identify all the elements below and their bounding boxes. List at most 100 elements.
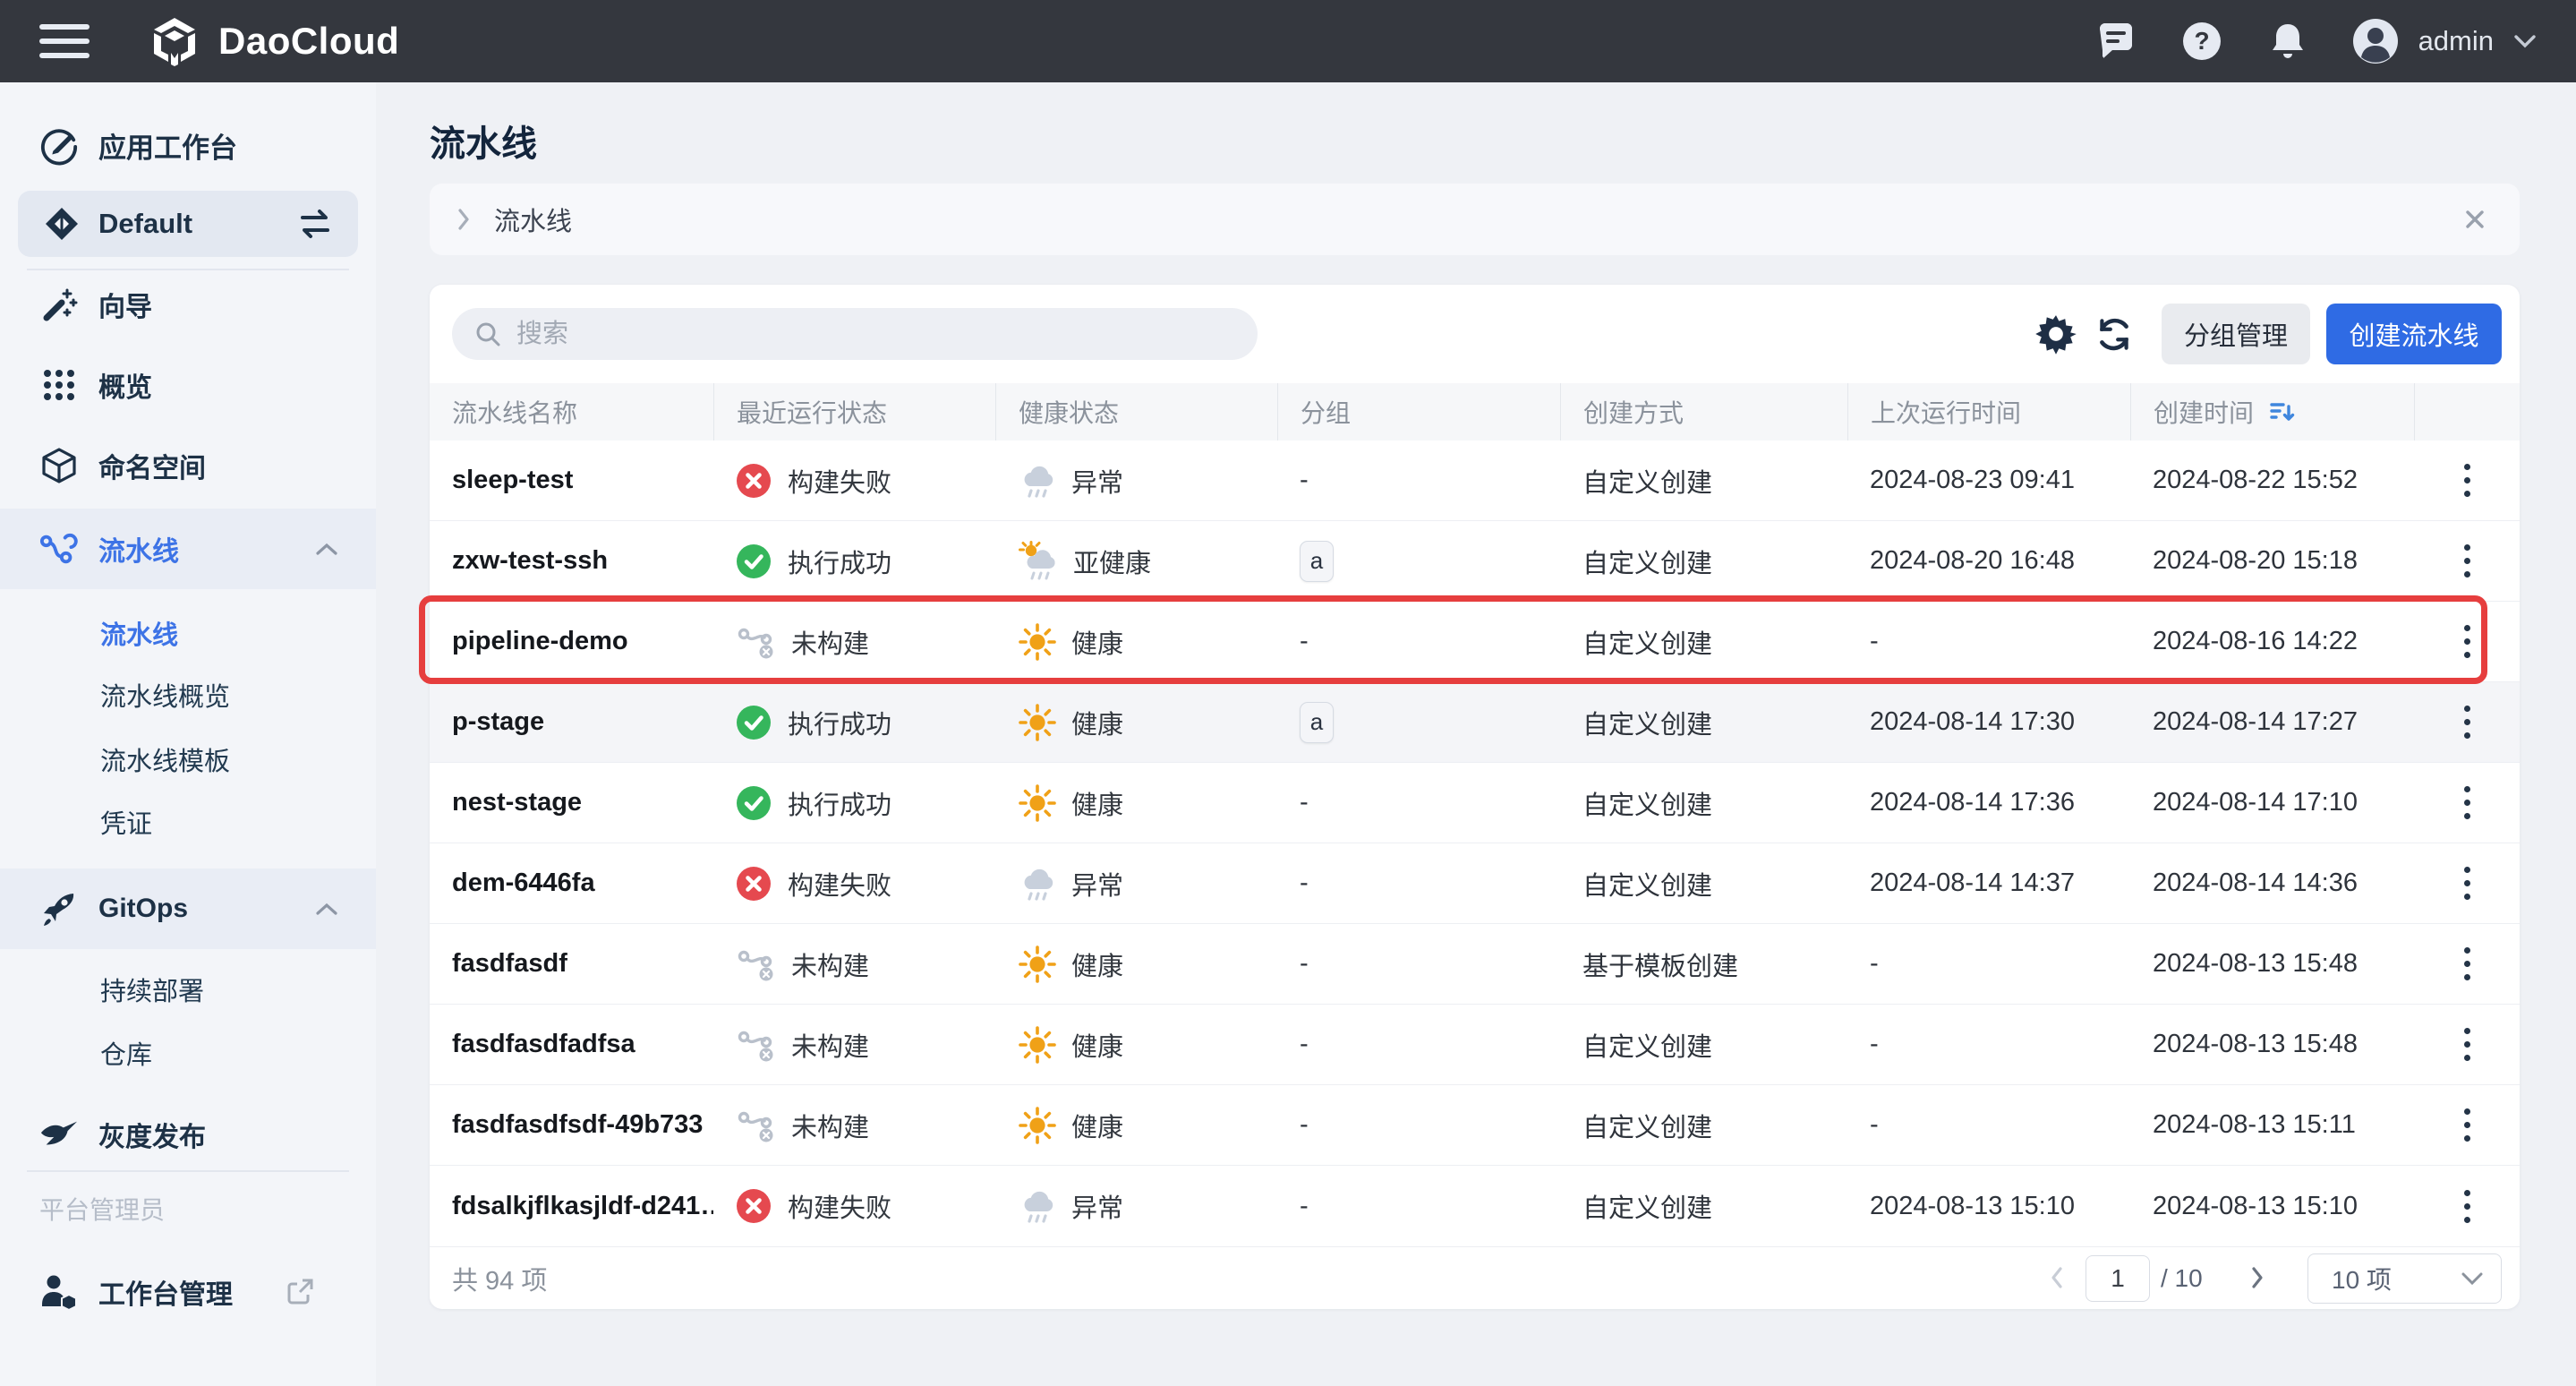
- filter-label: 流水线: [494, 201, 572, 238]
- svg-text:?: ?: [2194, 27, 2209, 55]
- table-row[interactable]: zxw-test-ssh 执行成功 亚健康 a 自定义创建 2024-08-20…: [430, 521, 2520, 602]
- sidebar-group-pipeline[interactable]: 流水线: [0, 509, 376, 589]
- sidebar: 应用工作台 Default 向导 概览 命名空间 流水线: [0, 82, 376, 1386]
- filter-bar[interactable]: 流水线: [430, 184, 2520, 255]
- pipeline-name[interactable]: fdsalkjflkasjldf-d241…: [430, 1166, 713, 1246]
- created-time-cell: 2024-08-14 17:10: [2130, 763, 2414, 843]
- table-row[interactable]: dem-6446fa 构建失败 异常 - 自定义创建 2024-08-14 14…: [430, 843, 2520, 924]
- menu-toggle-icon[interactable]: [39, 24, 90, 58]
- pipeline-name[interactable]: dem-6446fa: [430, 843, 713, 923]
- sidebar-item-default-workspace[interactable]: Default: [18, 191, 358, 257]
- sidebar-item-wizard[interactable]: 向导: [0, 273, 376, 336]
- pipeline-name[interactable]: p-stage: [430, 682, 713, 762]
- pipeline-name[interactable]: zxw-test-ssh: [430, 521, 713, 601]
- row-actions-kebab-icon[interactable]: [2448, 858, 2486, 909]
- pipeline-name[interactable]: sleep-test: [430, 441, 713, 520]
- close-icon[interactable]: [2457, 201, 2493, 237]
- table-row[interactable]: fdsalkjflkasjldf-d241… 构建失败 异常 - 自定义创建 2…: [430, 1166, 2520, 1246]
- sidebar-item-continuous-deploy[interactable]: 持续部署: [0, 962, 376, 1016]
- col-header-name[interactable]: 流水线名称: [430, 383, 713, 441]
- row-actions-kebab-icon[interactable]: [2448, 777, 2486, 828]
- run-status-label: 执行成功: [788, 704, 891, 741]
- sidebar-item-namespace[interactable]: 命名空间: [0, 434, 376, 497]
- col-header-last-run[interactable]: 上次运行时间: [1847, 383, 2130, 441]
- col-header-group[interactable]: 分组: [1277, 383, 1560, 441]
- run-status-icon: [736, 463, 772, 499]
- run-status-icon: [736, 785, 772, 821]
- user-menu[interactable]: admin: [2352, 18, 2537, 64]
- row-actions-kebab-icon[interactable]: [2448, 697, 2486, 748]
- sidebar-item-repository[interactable]: 仓库: [0, 1026, 376, 1080]
- table-row[interactable]: fasdfasdf 未构建 健康 - 基于模板创建 - 2024-08-13 1…: [430, 924, 2520, 1005]
- sidebar-item-pipeline-overview[interactable]: 流水线概览: [0, 668, 376, 722]
- sidebar-item-pipeline-templates[interactable]: 流水线模板: [0, 732, 376, 786]
- notifications-bell-icon[interactable]: [2266, 20, 2309, 63]
- run-status-label: 未构建: [791, 623, 869, 661]
- chevron-up-icon[interactable]: [315, 903, 338, 916]
- health-status-cell: 健康: [995, 1085, 1277, 1165]
- sidebar-item-gray-release[interactable]: 灰度发布: [0, 1103, 376, 1166]
- row-actions-kebab-icon[interactable]: [2448, 535, 2486, 586]
- sidebar-item-overview[interactable]: 概览: [0, 354, 376, 416]
- col-header-created[interactable]: 创建时间: [2130, 383, 2414, 441]
- row-actions-cell: [2414, 1085, 2520, 1165]
- table-row[interactable]: nest-stage 执行成功 健康 - 自定义创建 2024-08-14 17…: [430, 763, 2520, 843]
- table-header: 流水线名称 最近运行状态 健康状态 分组 创建方式 上次运行时间 创建时间: [430, 383, 2520, 441]
- row-actions-kebab-icon[interactable]: [2448, 455, 2486, 506]
- sidebar-item-workbench-management[interactable]: 工作台管理: [0, 1261, 376, 1323]
- create-pipeline-button[interactable]: 创建流水线: [2326, 304, 2502, 364]
- run-status-icon: [736, 1188, 772, 1224]
- sidebar-group-gitops[interactable]: GitOps: [0, 868, 376, 949]
- run-status-cell: 构建失败: [713, 441, 995, 520]
- health-status-label: 健康: [1071, 623, 1123, 661]
- table-row[interactable]: fasdfasdfsdf-49b733 未构建 健康 - 自定义创建 - 202…: [430, 1085, 2520, 1166]
- col-header-run-status[interactable]: 最近运行状态: [713, 383, 995, 441]
- table-row[interactable]: sleep-test 构建失败 异常 - 自定义创建 2024-08-23 09…: [430, 441, 2520, 521]
- sort-descending-icon[interactable]: [2268, 398, 2295, 425]
- pipeline-name[interactable]: nest-stage: [430, 763, 713, 843]
- row-actions-kebab-icon[interactable]: [2448, 616, 2486, 667]
- username: admin: [2418, 25, 2494, 57]
- pipeline-name[interactable]: fasdfasdfsdf-49b733: [430, 1085, 713, 1165]
- help-icon[interactable]: ?: [2180, 20, 2223, 63]
- health-status-cell: 异常: [995, 1166, 1277, 1246]
- next-page-icon[interactable]: [2247, 1262, 2268, 1293]
- last-run-time-cell: 2024-08-23 09:41: [1847, 441, 2130, 520]
- page-number-input[interactable]: [2086, 1255, 2150, 1302]
- col-header-health[interactable]: 健康状态: [995, 383, 1277, 441]
- col-header-create-method[interactable]: 创建方式: [1560, 383, 1847, 441]
- switch-workspace-icon[interactable]: [295, 208, 335, 240]
- sidebar-item-credentials[interactable]: 凭证: [0, 795, 376, 849]
- created-time-cell: 2024-08-14 17:27: [2130, 682, 2414, 762]
- group-manage-button[interactable]: 分组管理: [2162, 304, 2310, 364]
- refresh-icon[interactable]: [2093, 312, 2136, 355]
- prev-page-icon[interactable]: [2046, 1262, 2068, 1293]
- page-total: / 10: [2161, 1247, 2203, 1310]
- table-row[interactable]: fasdfasdfadfsa 未构建 健康 - 自定义创建 - 2024-08-…: [430, 1005, 2520, 1085]
- chevron-up-icon[interactable]: [315, 543, 338, 556]
- pipeline-name[interactable]: fasdfasdf: [430, 924, 713, 1004]
- run-status-label: 执行成功: [788, 543, 891, 580]
- search-box[interactable]: [452, 308, 1258, 360]
- pipeline-name[interactable]: fasdfasdfadfsa: [430, 1005, 713, 1084]
- grid-dots-icon: [39, 366, 79, 404]
- health-status-label: 健康: [1071, 704, 1123, 741]
- page-size-select[interactable]: 10 项: [2307, 1253, 2502, 1304]
- row-actions-kebab-icon[interactable]: [2448, 1181, 2486, 1232]
- pipeline-name[interactable]: pipeline-demo: [430, 602, 713, 681]
- feedback-icon[interactable]: [2094, 20, 2137, 63]
- run-status-icon: [736, 866, 772, 902]
- table-row[interactable]: pipeline-demo 未构建 健康 - 自定义创建 - 2024-08-1…: [430, 602, 2520, 682]
- group-cell: -: [1277, 924, 1560, 1004]
- sidebar-divider: [27, 1170, 349, 1172]
- search-input[interactable]: [516, 320, 1236, 349]
- chevron-right-icon[interactable]: [456, 208, 471, 231]
- table-settings-gear-icon[interactable]: [2034, 312, 2077, 355]
- sidebar-item-pipelines[interactable]: 流水线: [0, 606, 376, 660]
- health-status-icon: [1018, 864, 1057, 903]
- row-actions-cell: [2414, 843, 2520, 923]
- row-actions-kebab-icon[interactable]: [2448, 1019, 2486, 1070]
- row-actions-kebab-icon[interactable]: [2448, 1099, 2486, 1151]
- table-row[interactable]: p-stage 执行成功 健康 a 自定义创建 2024-08-14 17:30…: [430, 682, 2520, 763]
- row-actions-kebab-icon[interactable]: [2448, 938, 2486, 989]
